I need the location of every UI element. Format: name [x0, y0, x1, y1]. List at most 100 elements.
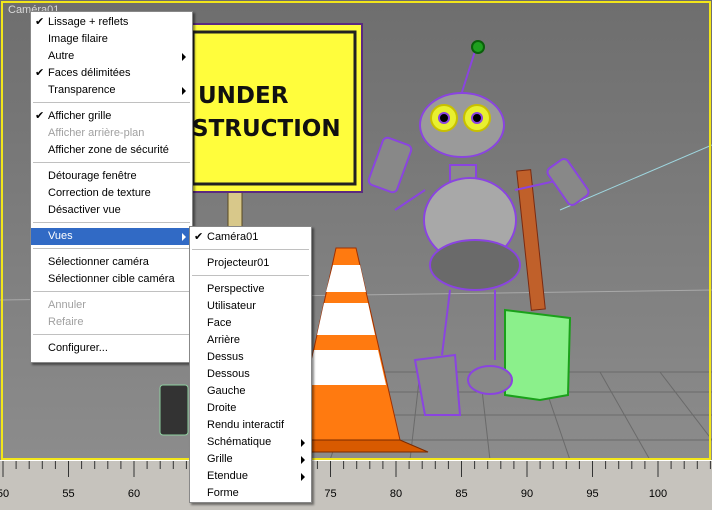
ruler-label: 50: [0, 488, 10, 500]
menu-item-configurer[interactable]: Configurer...: [31, 340, 192, 357]
menu-item-label: Afficher zone de sécurité: [48, 144, 169, 156]
sign-line-1: UNDER: [198, 83, 289, 109]
menu-item-label: Afficher grille: [48, 110, 112, 122]
submenu-arrow-icon: [301, 439, 305, 447]
menu-item-label: Transparence: [48, 84, 116, 96]
ruler-label: 75: [324, 488, 337, 500]
menu-item-forme[interactable]: Forme: [190, 485, 311, 502]
menu-item-arriere[interactable]: Arrière: [190, 332, 311, 349]
menu-item-label: Détourage fenêtre: [48, 170, 137, 182]
sign-text: UNDER STRUCTION: [192, 80, 364, 146]
menu-item-perspective[interactable]: Perspective: [190, 281, 311, 298]
submenu-arrow-icon: [182, 87, 186, 95]
menu-item-label: Utilisateur: [207, 300, 256, 312]
menu-item-label: Face: [207, 317, 232, 329]
menu-item-transparence[interactable]: Transparence: [31, 82, 192, 99]
menu-item-selectionner-cible-camera[interactable]: Sélectionner cible caméra: [31, 271, 192, 288]
menu-separator: [33, 162, 190, 164]
menu-item-vues[interactable]: Vues: [31, 228, 192, 245]
menu-item-lissage-reflets[interactable]: ✔ Lissage + reflets: [31, 14, 192, 31]
menu-item-label: Afficher arrière-plan: [48, 127, 145, 139]
ruler-label: 95: [586, 488, 599, 500]
menu-item-label: Sélectionner cible caméra: [48, 273, 175, 285]
menu-item-label: Dessous: [207, 368, 250, 380]
timeline-ruler[interactable]: 50556065707580859095100: [0, 460, 712, 510]
menu-separator: [33, 248, 190, 250]
ruler-ticks: [2, 461, 711, 477]
menu-item-grille[interactable]: Grille: [190, 451, 311, 468]
menu-item-image-filaire[interactable]: Image filaire: [31, 31, 192, 48]
menu-item-label: Droite: [207, 402, 237, 414]
ruler-label: 60: [127, 488, 141, 500]
menu-item-desactiver-vue[interactable]: Désactiver vue: [31, 202, 192, 219]
views-submenu: ✔ Caméra01 Projecteur01 Perspective Utilisat…: [189, 226, 312, 503]
light-line: [559, 144, 712, 211]
menu-item-schematique[interactable]: Schématique: [190, 434, 311, 451]
submenu-arrow-icon: [301, 473, 305, 481]
menu-item-label: Sélectionner caméra: [48, 256, 149, 268]
menu-item-label: Forme: [207, 487, 239, 499]
menu-item-correction-de-texture[interactable]: Correction de texture: [31, 185, 192, 202]
menu-item-etendue[interactable]: Etendue: [190, 468, 311, 485]
ruler-label: 55: [62, 488, 75, 500]
menu-separator: [192, 249, 309, 251]
submenu-arrow-icon: [182, 233, 186, 241]
menu-item-face[interactable]: Face: [190, 315, 311, 332]
menu-item-label: Schématique: [207, 436, 272, 448]
viewport-context-menu: ✔ Lissage + reflets Image filaire Autre ✔ Fac…: [30, 11, 193, 363]
menu-separator: [33, 291, 190, 293]
menu-item-selectionner-camera[interactable]: Sélectionner caméra: [31, 254, 192, 271]
menu-item-label: Grille: [207, 453, 233, 465]
menu-item-afficher-grille[interactable]: ✔ Afficher grille: [31, 108, 192, 125]
ruler-label: 100: [648, 488, 668, 500]
menu-item-afficher-zone-de-securite[interactable]: Afficher zone de sécurité: [31, 142, 192, 159]
submenu-arrow-icon: [301, 456, 305, 464]
menu-separator: [33, 222, 190, 224]
menu-item-refaire: Refaire: [31, 314, 192, 331]
menu-item-label: Correction de texture: [48, 187, 151, 199]
menu-item-gauche[interactable]: Gauche: [190, 383, 311, 400]
menu-item-label: Configurer...: [48, 342, 108, 354]
checkmark-icon: ✔: [35, 16, 45, 28]
menu-item-projecteur01[interactable]: Projecteur01: [190, 255, 311, 272]
ruler-label: 90: [520, 488, 534, 500]
sign-line-2: STRUCTION: [192, 116, 341, 142]
menu-item-label: Désactiver vue: [48, 204, 121, 216]
menu-item-droite[interactable]: Droite: [190, 400, 311, 417]
menu-item-faces-delimitees[interactable]: ✔ Faces délimitées: [31, 65, 192, 82]
menu-item-rendu-interactif[interactable]: Rendu interactif: [190, 417, 311, 434]
ruler-label: 80: [389, 488, 403, 500]
bucket: [159, 384, 189, 436]
menu-separator: [33, 334, 190, 336]
ruler-label: 85: [455, 488, 468, 500]
menu-item-detourage-fenetre[interactable]: Détourage fenêtre: [31, 168, 192, 185]
checkmark-icon: ✔: [194, 231, 204, 243]
menu-separator: [192, 275, 309, 277]
menu-item-label: Faces délimitées: [48, 67, 131, 79]
menu-item-label: Rendu interactif: [207, 419, 285, 431]
checkmark-icon: ✔: [35, 110, 45, 122]
menu-item-label: Refaire: [48, 316, 84, 328]
menu-item-label: Lissage + reflets: [48, 16, 129, 28]
menu-item-utilisateur[interactable]: Utilisateur: [190, 298, 311, 315]
checkmark-icon: ✔: [35, 67, 45, 79]
menu-item-autre[interactable]: Autre: [31, 48, 192, 65]
menu-item-camera01[interactable]: ✔ Caméra01: [190, 229, 311, 246]
menu-item-label: Gauche: [207, 385, 246, 397]
menu-item-label: Vues: [48, 230, 73, 242]
menu-item-label: Dessus: [207, 351, 244, 363]
menu-item-label: Annuler: [48, 299, 86, 311]
menu-item-dessus[interactable]: Dessus: [190, 349, 311, 366]
menu-separator: [33, 102, 190, 104]
submenu-arrow-icon: [182, 53, 186, 61]
menu-item-afficher-arriere-plan: Afficher arrière-plan: [31, 125, 192, 142]
menu-item-label: Arrière: [207, 334, 241, 346]
menu-item-label: Projecteur01: [207, 257, 270, 269]
menu-item-label: Caméra01: [207, 231, 259, 243]
menu-item-label: Image filaire: [48, 33, 108, 45]
menu-item-label: Etendue: [207, 470, 248, 482]
menu-item-label: Perspective: [207, 283, 265, 295]
shovel: [504, 169, 572, 402]
menu-item-dessous[interactable]: Dessous: [190, 366, 311, 383]
menu-item-annuler: Annuler: [31, 297, 192, 314]
